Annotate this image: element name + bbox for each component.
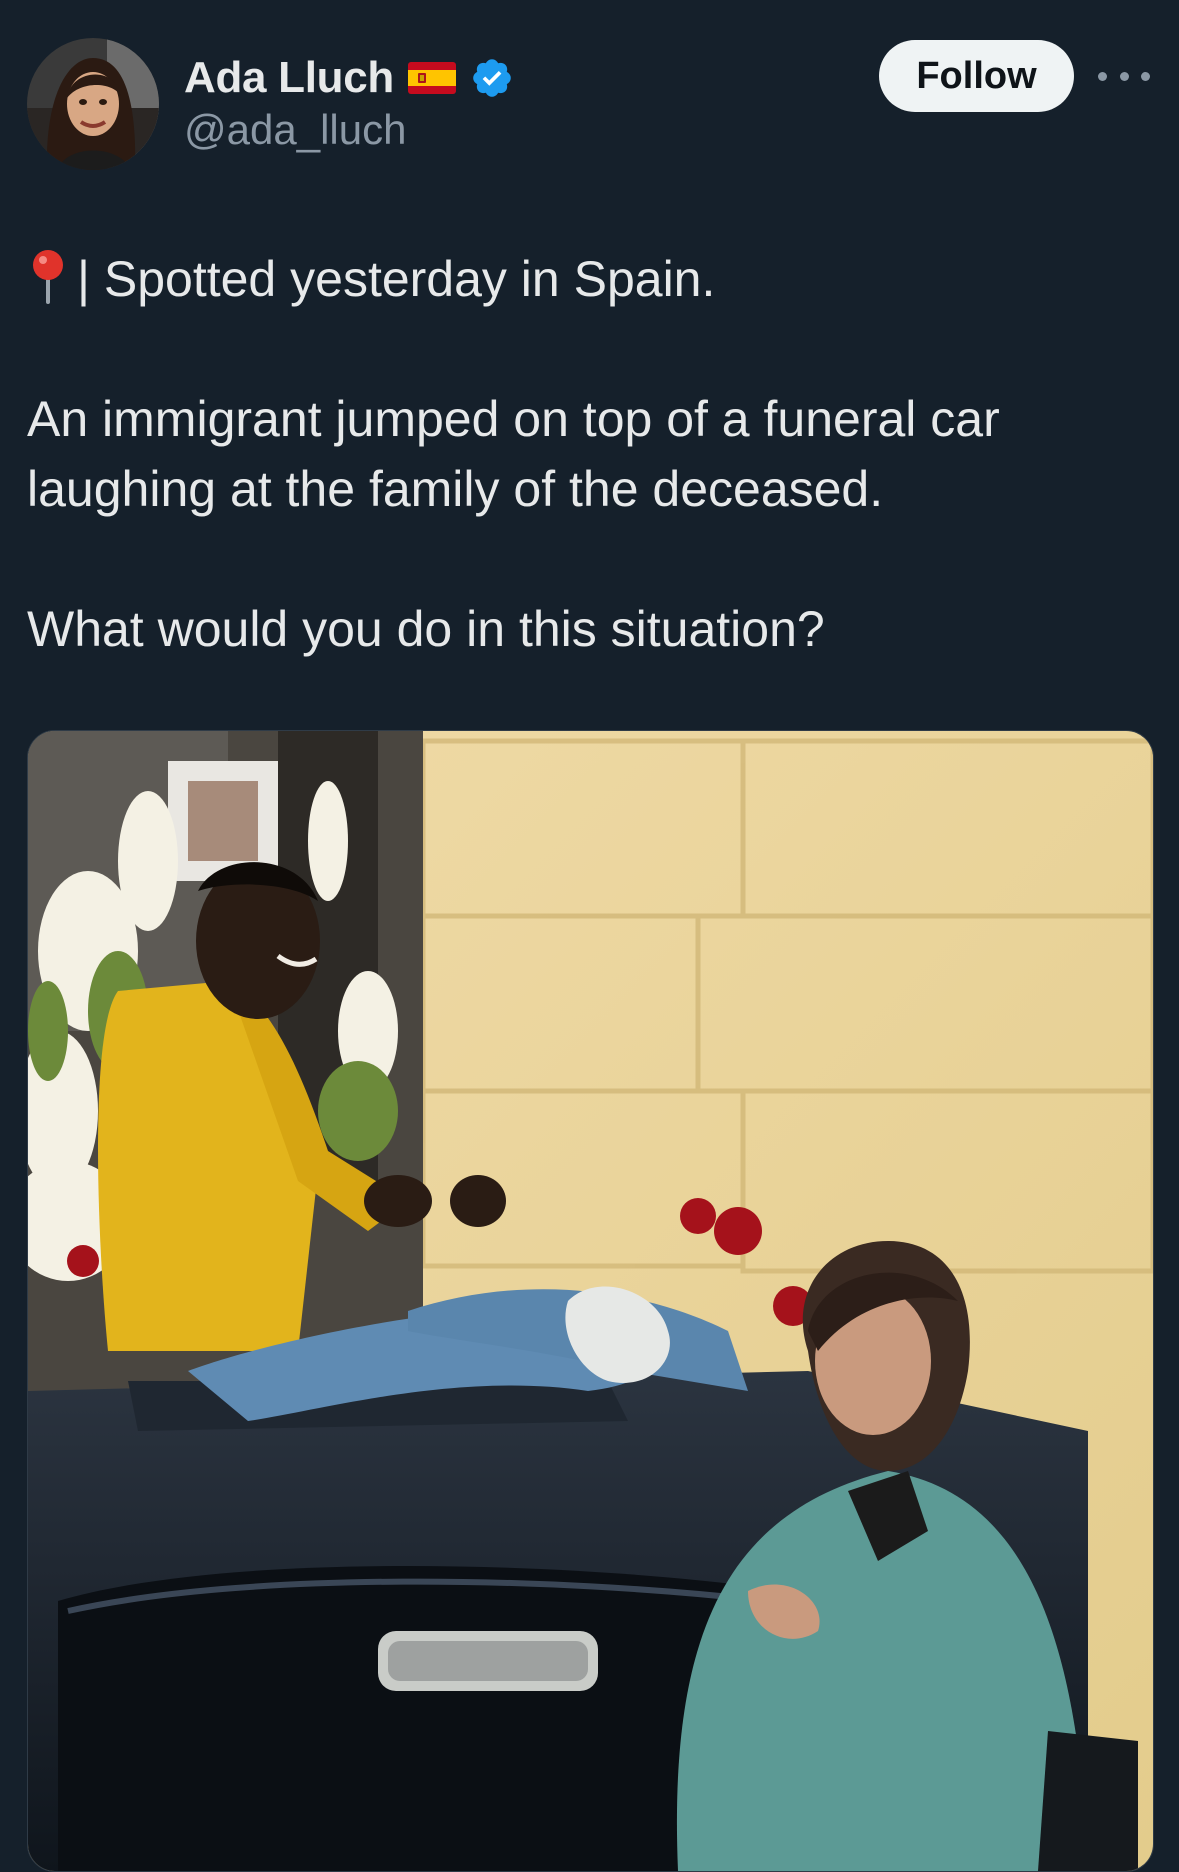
tweet-line-2: An immigrant jumped on top of a funeral … <box>27 391 1000 447</box>
round-pushpin-icon <box>27 248 69 304</box>
tweet-line-4: What would you do in this situation? <box>27 601 825 657</box>
tweet-post: Ada Lluch @ada_lluch Follow | Spotted ye… <box>0 0 1179 1872</box>
verified-badge-icon <box>470 56 514 100</box>
tweet-media-photo[interactable] <box>27 730 1154 1872</box>
more-options-icon[interactable] <box>1098 54 1150 98</box>
tweet-text: | Spotted yesterday in Spain. An immigra… <box>27 244 1147 664</box>
tweet-line-3: laughing at the family of the deceased. <box>27 461 884 517</box>
avatar[interactable] <box>27 38 159 170</box>
tweet-line-1-text: | Spotted yesterday in Spain. <box>77 251 716 307</box>
handle[interactable]: @ada_lluch <box>184 106 406 154</box>
photo-image <box>28 731 1153 1871</box>
avatar-image <box>27 38 159 170</box>
follow-button[interactable]: Follow <box>879 40 1074 112</box>
display-name[interactable]: Ada Lluch <box>184 53 394 103</box>
tweet-line-1: | Spotted yesterday in Spain. <box>27 244 1147 314</box>
spain-flag-icon <box>407 62 456 94</box>
name-row: Ada Lluch <box>184 48 514 108</box>
